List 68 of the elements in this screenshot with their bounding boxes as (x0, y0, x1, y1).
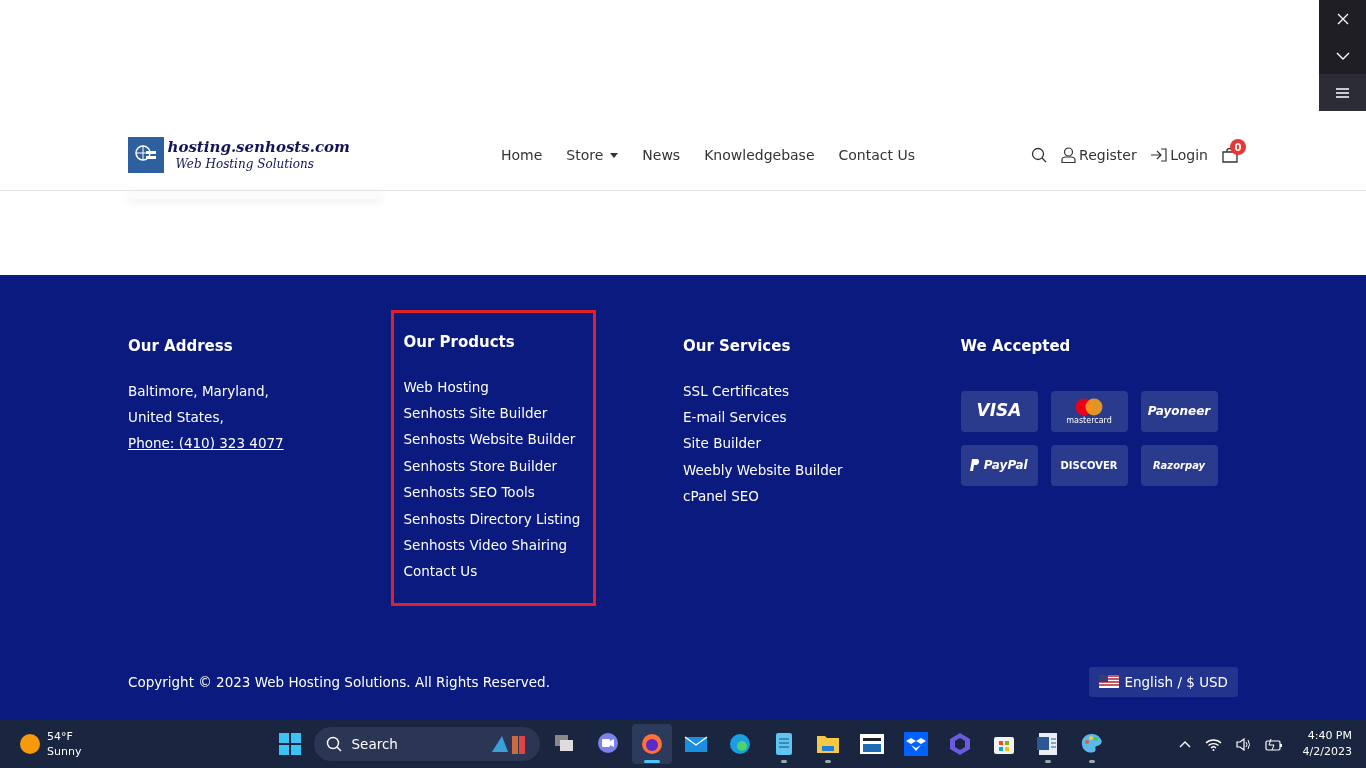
payment-logo: Razorpay (1140, 444, 1218, 486)
sun-icon (20, 734, 40, 754)
search-icon (325, 736, 342, 752)
login-link[interactable]: Login (1170, 144, 1208, 166)
phone-link[interactable]: Phone: (410) 323 4077 (128, 430, 284, 457)
payment-logo: mastercard (1050, 390, 1128, 432)
footer-link[interactable]: cPanel SEO (683, 483, 759, 510)
menu-icon (1336, 87, 1349, 98)
column-heading: Our Services (683, 336, 792, 357)
chevron-up-icon[interactable] (1178, 740, 1191, 748)
speaker-icon[interactable] (1235, 737, 1251, 751)
footer-link[interactable]: Senhosts Website Builder (403, 426, 576, 453)
payment-logo: VISA (960, 390, 1038, 432)
search-button[interactable] (1030, 147, 1047, 163)
temperature: 54°F (47, 729, 74, 744)
logo[interactable]: hosting.senhosts.com Web Hosting Solutions (128, 137, 350, 173)
footer-link[interactable]: Site Builder (683, 430, 761, 457)
column-heading: Our Address (128, 336, 234, 357)
nav-link[interactable]: News (642, 144, 681, 166)
login-icon (1150, 148, 1167, 162)
us-flag-icon (1099, 675, 1120, 689)
weather-widget[interactable]: 54°F Sunny (20, 729, 270, 759)
nav-link[interactable]: Knowledgebase (704, 144, 815, 166)
nav-link[interactable]: Store (566, 144, 604, 166)
chevron-down-icon (1335, 51, 1350, 60)
column-heading: Our Products (403, 332, 516, 353)
windows-logo-icon (279, 733, 301, 755)
column-heading: We Accepted (960, 336, 1072, 357)
palette-icon (1079, 732, 1104, 756)
footer-link[interactable]: Senhosts Site Builder (403, 399, 548, 427)
footer-link[interactable]: Senhosts Video Shairing (403, 531, 568, 559)
address-line: Baltimore, Maryland, (128, 381, 269, 401)
weather-condition: Sunny (47, 744, 82, 759)
document-icon (1035, 732, 1060, 756)
copyright-text: Copyright © 2023 Web Hosting Solutions. All Rights Reserved. (128, 672, 550, 692)
site-tagline: Web Hosting Solutions (174, 156, 315, 172)
user-icon (1060, 147, 1076, 163)
footer-link[interactable]: SSL Certificates (683, 377, 790, 404)
nav-link[interactable]: Contact Us (838, 144, 915, 166)
footer-link[interactable]: Contact Us (403, 558, 478, 585)
close-icon (1336, 12, 1349, 25)
cart-count: 0 (1230, 139, 1246, 155)
paypal-icon (970, 458, 981, 472)
hexagon-icon (947, 732, 972, 756)
chat-icon (595, 732, 620, 756)
mastercard-circles-icon (1074, 397, 1104, 416)
payment-logo: DISCOVER (1050, 444, 1128, 486)
payment-logo: PayPal (960, 444, 1038, 486)
footer-link[interactable]: Weebly Website Builder (683, 456, 843, 484)
payment-logo: Payoneer (1140, 390, 1218, 432)
wifi-icon[interactable] (1204, 737, 1222, 751)
nav-link[interactable]: Home (500, 144, 543, 166)
footer-link[interactable]: Web Hosting (403, 373, 489, 400)
register-link[interactable]: Register (1079, 144, 1137, 166)
battery-icon[interactable] (1264, 737, 1283, 751)
taskbar-search[interactable]: Search (313, 727, 540, 761)
footer-link[interactable]: Senhosts SEO Tools (403, 479, 535, 506)
clock[interactable]: 4:40 PM 4/2/2023 (1302, 728, 1352, 760)
search-icon (1030, 147, 1047, 163)
taskbar-app[interactable] (631, 724, 672, 764)
menu-button[interactable] (1319, 74, 1366, 111)
footer-link[interactable]: Senhosts Store Builder (403, 452, 558, 480)
caret-icon[interactable] (610, 152, 619, 158)
address-line: United States, (128, 407, 224, 427)
footer-link[interactable]: E-mail Services (683, 403, 787, 431)
footer-link[interactable]: Senhosts Directory Listing (403, 505, 581, 532)
site-name: hosting.senhosts.com (167, 138, 350, 156)
language-currency-button[interactable]: English / $ USD (1089, 666, 1238, 697)
